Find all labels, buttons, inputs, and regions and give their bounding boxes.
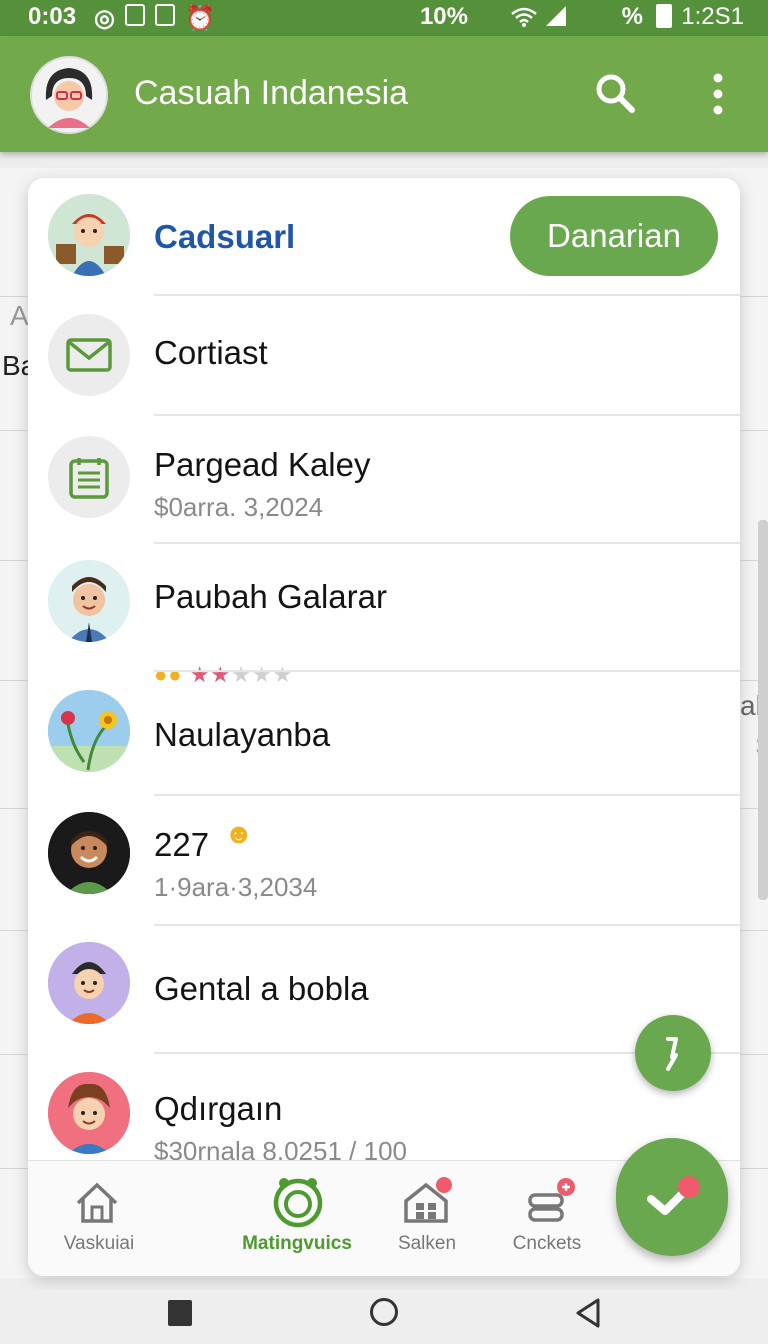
status-clock-right: 1:2S1 xyxy=(681,3,744,30)
list-item-title: Paubah Galarar xyxy=(154,578,387,615)
recents-button[interactable] xyxy=(168,1300,192,1326)
kid-avatar-icon xyxy=(48,194,130,276)
list-item[interactable]: Gental a bobla xyxy=(28,926,740,1054)
list-item[interactable]: Pargead Kaley $0arra. 3,2024 xyxy=(28,416,740,544)
background-text: A xyxy=(10,300,29,331)
boy-avatar-icon xyxy=(48,1072,130,1154)
list-item-title: Naulayanba xyxy=(154,716,331,753)
flowers-avatar-icon xyxy=(48,690,130,772)
sim-icon xyxy=(124,4,145,26)
contact-list-card: Cadsuarl Danarian Cortiast Pargead Kaley… xyxy=(28,178,740,1276)
notes-icon xyxy=(48,436,130,518)
list-item-subtitle: $0arra. 3,2024 xyxy=(154,492,324,522)
back-button[interactable] xyxy=(574,1296,602,1330)
list-item-title: Pargead Kaley xyxy=(154,446,371,483)
nav-item-home[interactable]: Vaskuiai xyxy=(34,1161,164,1276)
nav-item-cnckets[interactable]: Cnckets xyxy=(482,1161,612,1276)
edit-fab[interactable] xyxy=(635,1015,711,1091)
list-item-title: Gental a bobla xyxy=(154,970,369,1007)
nav-label: Vaskuiai xyxy=(63,1233,135,1254)
notification-badge xyxy=(678,1176,700,1198)
nav-item-active[interactable]: Matingvuics xyxy=(232,1161,362,1276)
battery-percent: 10% xyxy=(419,3,468,30)
list-item[interactable]: Qdırgaın $30rnala 8,0251 / 100 xyxy=(28,1054,740,1166)
battery-icon xyxy=(656,4,672,28)
signal-icon xyxy=(546,6,566,26)
smile-icon xyxy=(270,1175,326,1236)
notification-icon xyxy=(154,4,175,26)
home-button[interactable] xyxy=(370,1298,398,1326)
status-bar: 0:03 ◎ ⏰ 10% % 1:2S1 xyxy=(0,0,768,36)
nav-label: Matingvuics xyxy=(242,1233,352,1254)
home-icon xyxy=(74,1181,120,1230)
stack-icon xyxy=(526,1177,578,1230)
search-icon[interactable] xyxy=(594,72,636,119)
smiling-man-avatar-icon xyxy=(48,812,130,894)
nav-item-salken[interactable]: Salken xyxy=(362,1161,492,1276)
nav-label: Cnckets xyxy=(512,1233,582,1254)
list-item[interactable]: Paubah Galarar ●● ★★★★★ xyxy=(28,544,740,687)
list-item-title: Qdırgaın xyxy=(154,1090,283,1127)
house-grid-icon xyxy=(402,1177,454,1230)
alarm-icon: ⏰ xyxy=(184,5,215,32)
background-scrollbar xyxy=(758,520,768,900)
pen-icon xyxy=(666,1037,678,1071)
list-item-subtitle: 1·9ara·3,2034 xyxy=(154,872,318,902)
confirm-fab[interactable] xyxy=(616,1138,728,1256)
cast-icon: ◎ xyxy=(94,5,115,32)
list-item[interactable]: Cadsuarl Danarian xyxy=(28,178,740,296)
status-system-icons xyxy=(510,4,568,28)
list-item[interactable]: 227 ☻ 1·9ara·3,2034 xyxy=(28,796,740,926)
app-bar: Casuah Indanesia xyxy=(0,36,768,152)
list-item-title: Cadsuarl xyxy=(154,218,296,255)
list-item-title: 227 xyxy=(154,826,210,863)
app-title: Casuah Indanesia xyxy=(134,74,409,112)
donate-button[interactable]: Danarian xyxy=(510,196,718,276)
user-avatar-icon[interactable] xyxy=(30,56,108,139)
man-avatar-icon xyxy=(48,560,130,642)
list-item-title: Cortiast xyxy=(154,334,268,371)
list-item[interactable]: Cortiast xyxy=(28,296,740,416)
list-item[interactable]: Naulayanba xyxy=(28,672,740,796)
status-extra: % xyxy=(621,3,643,30)
wifi-icon xyxy=(511,7,537,27)
boy-hat-avatar-icon xyxy=(48,942,130,1024)
status-notification-icons: ◎ ⏰ xyxy=(94,4,215,33)
emoji-icon: ☻ xyxy=(224,818,254,849)
more-vert-icon[interactable] xyxy=(700,72,736,121)
nav-label: Salken xyxy=(397,1233,457,1254)
mail-icon xyxy=(48,314,130,396)
status-time: 0:03 xyxy=(28,3,77,30)
system-nav-bar xyxy=(0,1290,768,1344)
